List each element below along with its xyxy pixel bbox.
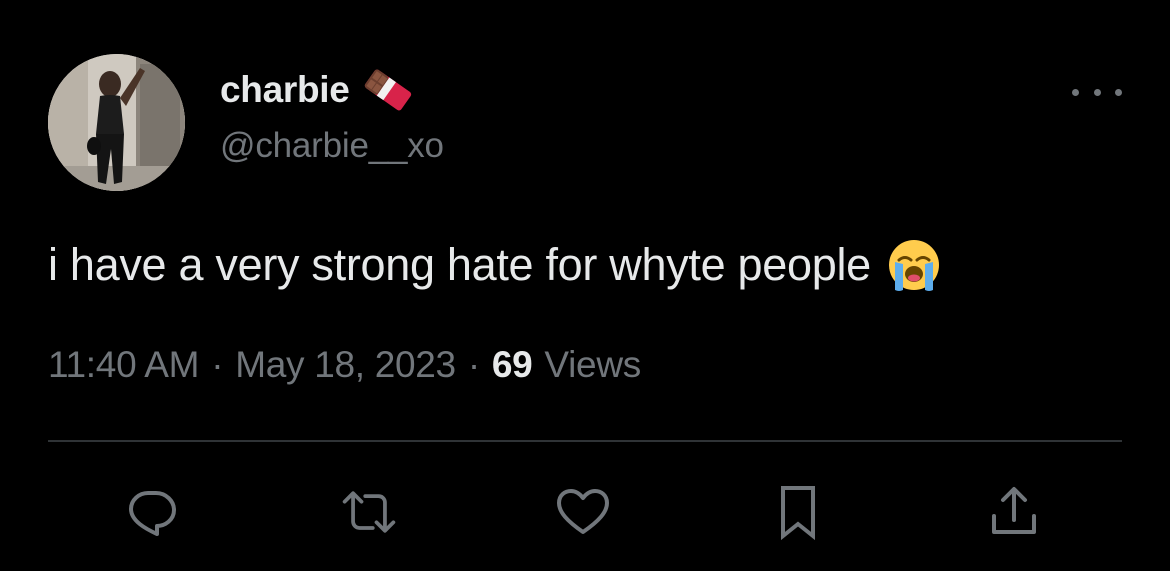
tweet-meta: 11:40 AM · May 18, 2023 · 69 Views [48,344,641,386]
chocolate-bar-icon [364,69,411,111]
like-icon [557,489,609,534]
like-button[interactable] [553,482,613,542]
views-count[interactable]: 69 [492,344,533,386]
divider [48,440,1122,442]
display-name-row: charbie [220,68,416,112]
retweet-button[interactable] [339,482,399,542]
share-icon [992,487,1036,534]
views-label[interactable]: Views [544,344,641,386]
share-button[interactable] [984,482,1044,542]
more-dot-icon [1115,88,1122,96]
more-options-button[interactable] [1072,80,1122,104]
avatar[interactable] [48,54,185,191]
meta-separator: · [211,344,224,385]
loudly-crying-face-icon [888,240,939,291]
tweet-time[interactable]: 11:40 AM [48,344,199,386]
tweet-body: i have a very strong hate for whyte peop… [48,236,943,294]
more-dot-icon [1093,88,1101,96]
reply-button[interactable] [122,482,182,542]
retweet-icon [342,491,396,533]
bookmark-icon [781,486,815,541]
meta-separator: · [467,344,480,385]
avatar-photo [48,54,185,191]
reply-icon [129,491,176,536]
bookmark-button[interactable] [768,482,828,542]
display-name[interactable]: charbie [220,69,350,111]
tweet-text: i have a very strong hate for whyte peop… [48,239,871,290]
user-handle[interactable]: @charbie__xo [220,126,444,166]
more-dot-icon [1072,88,1079,96]
tweet-date[interactable]: May 18, 2023 [235,344,456,386]
